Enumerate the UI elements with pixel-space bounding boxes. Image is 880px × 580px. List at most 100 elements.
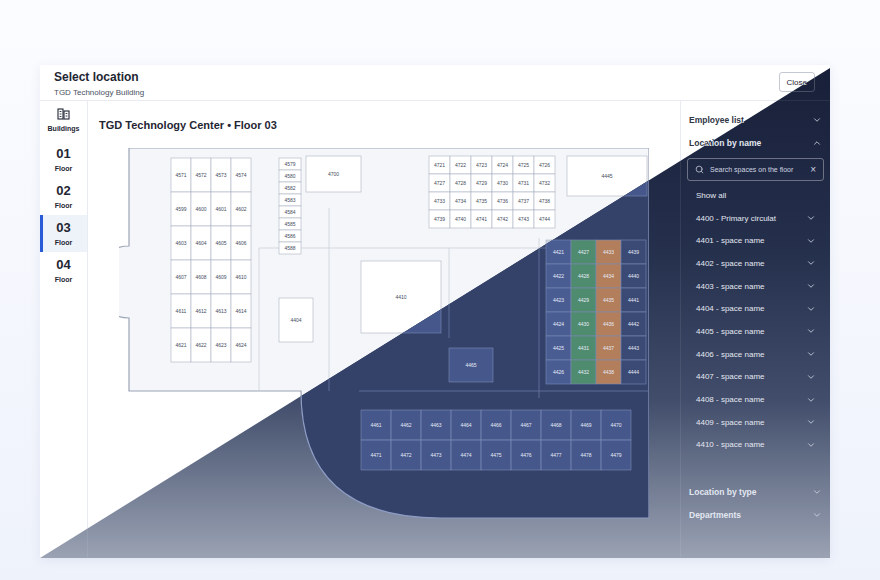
room[interactable]	[391, 440, 421, 470]
room[interactable]	[492, 210, 513, 228]
room[interactable]	[279, 242, 301, 254]
floor-item[interactable]: 02Floor	[40, 178, 87, 215]
room[interactable]	[211, 158, 231, 192]
room[interactable]	[513, 174, 534, 192]
room[interactable]	[211, 226, 231, 260]
room[interactable]	[231, 192, 251, 226]
room[interactable]	[621, 360, 646, 384]
room[interactable]	[567, 156, 647, 196]
room[interactable]	[571, 288, 596, 312]
space-item[interactable]: 4408 - space name	[681, 388, 830, 411]
room[interactable]	[211, 260, 231, 294]
room[interactable]	[571, 312, 596, 336]
room[interactable]	[534, 156, 555, 174]
room[interactable]	[211, 226, 231, 260]
room[interactable]	[450, 192, 471, 210]
room[interactable]	[567, 156, 647, 196]
room[interactable]	[306, 156, 361, 192]
room[interactable]	[171, 192, 191, 226]
room[interactable]	[596, 360, 621, 384]
space-item[interactable]: 4401 - space name	[681, 229, 830, 252]
room[interactable]	[231, 226, 251, 260]
room[interactable]	[231, 260, 251, 294]
room[interactable]	[279, 242, 301, 254]
room[interactable]	[571, 410, 601, 440]
room[interactable]	[450, 174, 471, 192]
room[interactable]	[534, 192, 555, 210]
room[interactable]	[621, 312, 646, 336]
room[interactable]	[279, 158, 301, 170]
space-item[interactable]: 4405 - space name	[681, 320, 830, 343]
room[interactable]	[513, 210, 534, 228]
room[interactable]	[471, 192, 492, 210]
room[interactable]	[171, 328, 191, 362]
room[interactable]	[481, 410, 511, 440]
room[interactable]	[361, 410, 391, 440]
room[interactable]	[546, 288, 571, 312]
room[interactable]	[621, 240, 646, 264]
room[interactable]	[451, 440, 481, 470]
space-item[interactable]: 4404 - space name	[681, 297, 830, 320]
room[interactable]	[534, 192, 555, 210]
room[interactable]	[571, 360, 596, 384]
room[interactable]	[450, 174, 471, 192]
room[interactable]	[534, 210, 555, 228]
room[interactable]	[171, 294, 191, 328]
room[interactable]	[279, 298, 313, 342]
room[interactable]	[513, 156, 534, 174]
room[interactable]	[231, 192, 251, 226]
space-item[interactable]: 4403 - space name	[681, 275, 830, 298]
room[interactable]	[596, 336, 621, 360]
room[interactable]	[231, 158, 251, 192]
buildings-button[interactable]: Buildings	[40, 101, 87, 141]
room[interactable]	[171, 328, 191, 362]
room[interactable]	[450, 192, 471, 210]
room[interactable]	[471, 156, 492, 174]
room[interactable]	[511, 440, 541, 470]
room[interactable]	[596, 360, 621, 384]
room[interactable]	[596, 336, 621, 360]
space-item[interactable]: 4402 - space name	[681, 252, 830, 275]
room[interactable]	[391, 440, 421, 470]
room[interactable]	[450, 156, 471, 174]
room[interactable]	[429, 192, 450, 210]
room[interactable]	[571, 440, 601, 470]
room[interactable]	[541, 440, 571, 470]
room[interactable]	[546, 240, 571, 264]
room[interactable]	[231, 294, 251, 328]
room[interactable]	[601, 410, 631, 440]
room[interactable]	[601, 440, 631, 470]
room[interactable]	[429, 174, 450, 192]
room[interactable]	[546, 360, 571, 384]
room[interactable]	[391, 410, 421, 440]
room[interactable]	[511, 440, 541, 470]
room[interactable]	[451, 440, 481, 470]
room[interactable]	[534, 156, 555, 174]
room[interactable]	[471, 210, 492, 228]
room[interactable]	[513, 174, 534, 192]
room[interactable]	[279, 194, 301, 206]
room[interactable]	[596, 312, 621, 336]
room[interactable]	[596, 312, 621, 336]
room[interactable]	[279, 230, 301, 242]
room[interactable]	[513, 156, 534, 174]
room[interactable]	[171, 158, 191, 192]
room[interactable]	[601, 440, 631, 470]
room[interactable]	[546, 312, 571, 336]
room[interactable]	[571, 240, 596, 264]
room[interactable]	[231, 260, 251, 294]
room[interactable]	[513, 192, 534, 210]
room[interactable]	[211, 260, 231, 294]
room[interactable]	[492, 192, 513, 210]
room[interactable]	[231, 328, 251, 362]
room[interactable]	[471, 210, 492, 228]
room[interactable]	[279, 182, 301, 194]
room[interactable]	[596, 288, 621, 312]
room[interactable]	[492, 192, 513, 210]
room[interactable]	[211, 328, 231, 362]
room[interactable]	[450, 156, 471, 174]
room[interactable]	[191, 192, 211, 226]
room[interactable]	[546, 312, 571, 336]
room[interactable]	[451, 410, 481, 440]
room[interactable]	[571, 240, 596, 264]
